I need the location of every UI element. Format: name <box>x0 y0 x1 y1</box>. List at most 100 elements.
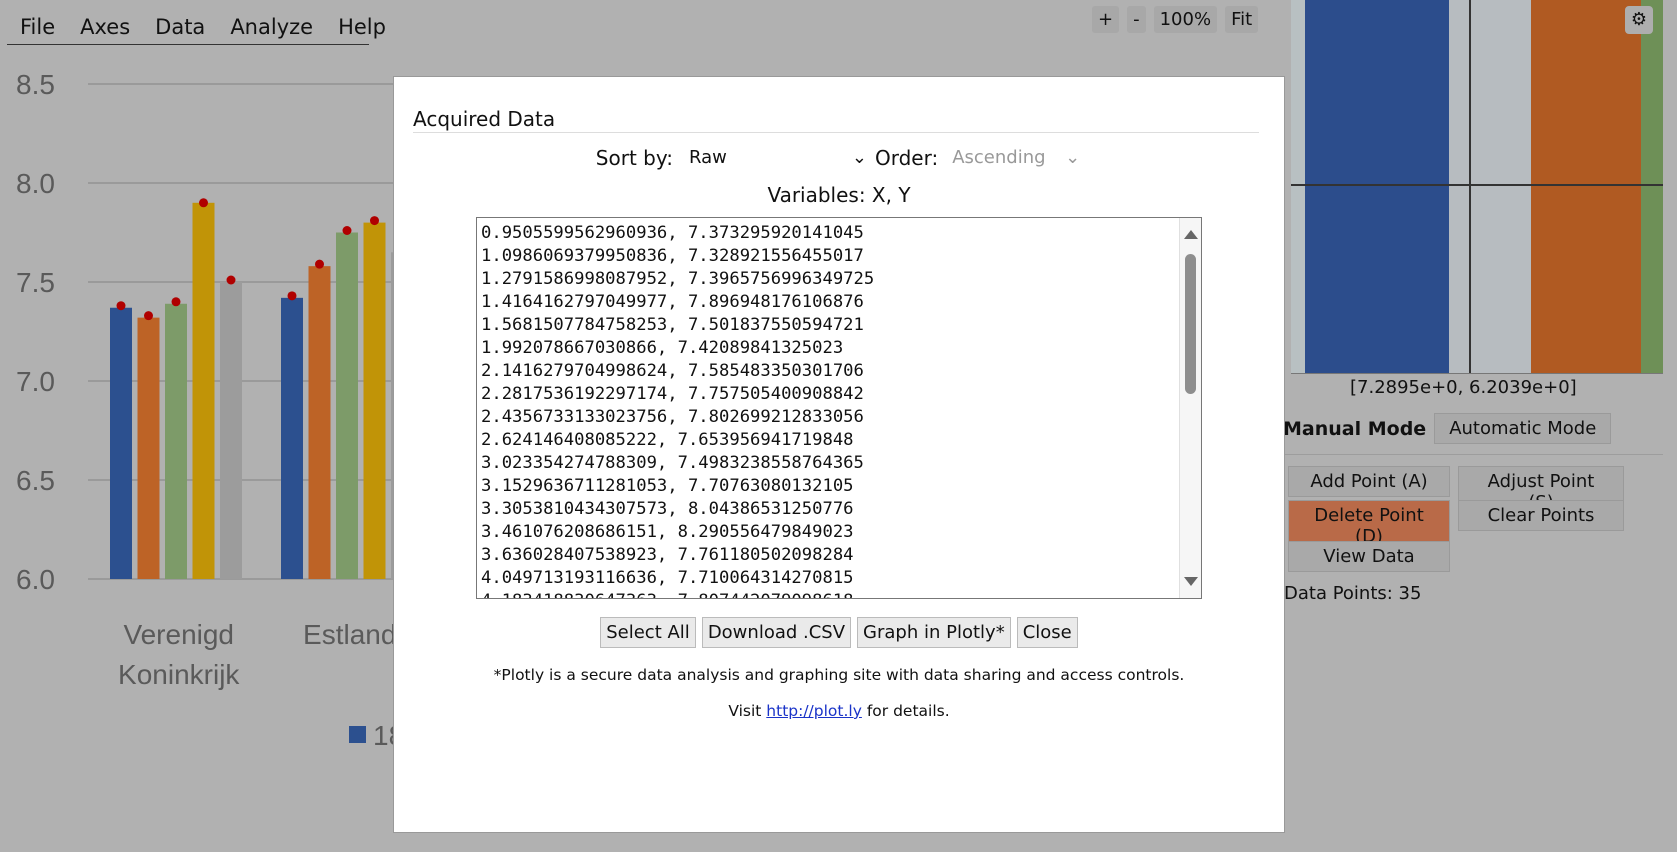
data-row: 2.4356733133023756, 7.802699212833056 <box>481 407 864 427</box>
y-tick-label: 6.5 <box>16 465 55 496</box>
crosshair-vertical <box>1469 0 1471 373</box>
data-row: 0.9505599562960936, 7.373295920141045 <box>481 223 864 243</box>
scroll-up-arrow-icon[interactable] <box>1184 230 1198 239</box>
data-points-count: Data Points: 35 <box>1284 583 1422 604</box>
panel-divider <box>1283 454 1663 455</box>
y-tick-label: 6.0 <box>16 564 55 595</box>
zoom-view: ⚙ <box>1291 0 1663 374</box>
bar <box>281 297 303 579</box>
data-point-marker <box>370 216 379 226</box>
data-row: 3.461076208686151, 8.290556479849023 <box>481 522 854 542</box>
data-point-marker <box>315 259 324 269</box>
menu-help[interactable]: Help <box>338 15 386 39</box>
data-row: 1.992078667030866, 7.42089841325023 <box>481 338 844 358</box>
bar <box>165 303 187 579</box>
data-row: 1.5681507784758253, 7.501837550594721 <box>481 315 864 335</box>
y-tick-label: 8.0 <box>16 168 55 199</box>
cursor-coordinates: [7.2895e+0, 6.2039e+0] <box>1350 377 1577 398</box>
sort-by-label: Sort by: <box>595 145 673 170</box>
sort-row: Sort by: Raw ⌄ Order: Ascending ⌄ <box>394 145 1284 170</box>
data-row: 3.636028407538923, 7.761180502098284 <box>481 545 854 565</box>
legend-label: 18 <box>373 720 395 751</box>
dialog-buttons: Select All Download .CSV Graph in Plotly… <box>394 617 1284 648</box>
clear-points-button[interactable]: Clear Points <box>1458 500 1624 531</box>
visit-suffix: for details. <box>866 702 950 720</box>
bar <box>336 232 358 579</box>
close-button[interactable]: Close <box>1016 617 1078 648</box>
mode-row: Manual Mode Automatic Mode <box>1283 413 1612 444</box>
download-csv-button[interactable]: Download .CSV <box>701 617 852 648</box>
scrollbar[interactable] <box>1179 218 1201 598</box>
menu-data[interactable]: Data <box>155 15 205 39</box>
bar <box>363 222 386 579</box>
data-row: 2.1416279704998624, 7.585483350301706 <box>481 361 864 381</box>
legend-swatch <box>349 726 366 743</box>
category-label: Verenigd <box>123 619 234 650</box>
category-label: Koninkrijk <box>118 659 240 690</box>
data-textarea[interactable]: 0.9505599562960936, 7.373295920141045 1.0… <box>476 217 1202 599</box>
add-point-button[interactable]: Add Point (A) <box>1288 466 1450 497</box>
gear-icon[interactable]: ⚙ <box>1625 6 1653 34</box>
sort-by-value: Raw <box>688 147 727 168</box>
plotly-link[interactable]: http://plot.ly <box>766 702 862 720</box>
data-point-marker <box>287 291 297 301</box>
data-row: 1.0986069379950836, 7.328921556455017 <box>481 246 864 266</box>
order-label: Order: <box>874 145 939 170</box>
order-select[interactable]: Ascending ⌄ <box>942 145 1082 170</box>
data-row: 4.183418830647363, 7.807442079098618 <box>481 590 874 598</box>
crosshair-horizontal <box>1291 184 1663 186</box>
bar <box>192 202 215 580</box>
zoom-controls: + - 100% Fit <box>1092 6 1259 33</box>
menubar: File Axes Data Analyze Help <box>7 9 386 45</box>
data-point-marker <box>171 297 181 307</box>
data-rows: 0.9505599562960936, 7.373295920141045 1.0… <box>481 222 875 598</box>
view-data-button[interactable]: View Data <box>1288 541 1450 572</box>
y-tick-label: 7.5 <box>16 267 55 298</box>
plotly-note: *Plotly is a secure data analysis and gr… <box>493 666 1185 684</box>
bar <box>137 317 160 579</box>
category-label: Estland <box>303 619 395 650</box>
zoom-level: 100% <box>1153 6 1218 33</box>
data-row: 3.023354274788309, 7.4983238558764365 <box>481 453 864 473</box>
data-point-marker <box>116 301 126 311</box>
chevron-down-icon: ⌄ <box>1065 147 1081 168</box>
zoom-out-button[interactable]: - <box>1127 6 1146 33</box>
menu-file[interactable]: File <box>20 15 55 39</box>
sort-by-select[interactable]: Raw ⌄ <box>679 145 869 170</box>
y-tick-label: 8.5 <box>16 69 55 100</box>
chart-image[interactable]: 8.5 8.0 7.5 7.0 6.5 6.0 Verenigd Koninkrijk Estl… <box>0 50 395 760</box>
acquired-data-dialog: Acquired Data Sort by: Raw ⌄ Order: Asce… <box>393 76 1285 833</box>
variables-label: Variables: X, Y <box>767 183 911 207</box>
manual-mode-label[interactable]: Manual Mode <box>1283 418 1426 440</box>
data-row: 2.624146408085222, 7.653956941719848 <box>481 430 854 450</box>
dialog-title: Acquired Data <box>413 107 556 131</box>
data-row: 2.2817536192297174, 7.757505400908842 <box>481 384 864 404</box>
scroll-thumb[interactable] <box>1185 254 1196 394</box>
data-row: 4.049713193116636, 7.710064314270815 <box>481 568 854 588</box>
data-point-marker <box>199 198 208 208</box>
automatic-mode-button[interactable]: Automatic Mode <box>1434 413 1612 444</box>
zoom-fit-button[interactable]: Fit <box>1225 6 1259 33</box>
menu-axes[interactable]: Axes <box>80 15 130 39</box>
bar <box>220 282 242 579</box>
menu-analyze[interactable]: Analyze <box>230 15 313 39</box>
data-row: 1.2791586998087952, 7.3965756996349725 <box>481 269 875 289</box>
data-point-marker <box>342 226 352 235</box>
plotly-visit-line: Visit http://plot.ly for details. <box>394 702 1284 720</box>
data-point-marker <box>226 275 236 285</box>
dialog-divider <box>413 132 1259 133</box>
data-row: 1.4164162797049977, 7.896948176106876 <box>481 292 864 312</box>
y-tick-label: 7.0 <box>16 366 55 397</box>
data-row: 3.1529636711281053, 7.70763080132105 <box>481 476 854 496</box>
order-value: Ascending <box>952 147 1046 168</box>
select-all-button[interactable]: Select All <box>600 617 696 648</box>
zoom-in-button[interactable]: + <box>1092 6 1120 33</box>
scroll-down-arrow-icon[interactable] <box>1184 577 1198 586</box>
chevron-down-icon: ⌄ <box>851 147 867 168</box>
bar <box>110 307 132 579</box>
graph-in-plotly-button[interactable]: Graph in Plotly* <box>857 617 1011 648</box>
data-point-marker <box>144 311 153 321</box>
data-row: 3.3053810434307573, 8.04386531250776 <box>481 499 854 519</box>
bar <box>308 266 331 579</box>
visit-prefix: Visit <box>728 702 762 720</box>
